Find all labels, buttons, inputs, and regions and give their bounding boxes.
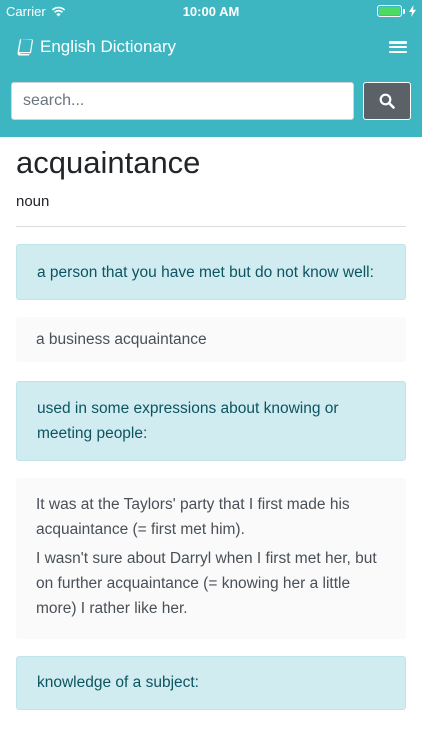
charging-icon [409,5,416,17]
status-right [377,5,416,17]
example-text: I wasn't sure about Darryl when I first … [36,550,377,617]
part-of-speech: noun [16,193,50,210]
definition-box: a person that you have met but do not kn… [16,244,406,300]
divider [16,226,406,227]
wifi-icon [51,6,65,16]
carrier-label: Carrier [6,3,46,19]
book-icon [17,39,33,56]
search-bar [11,82,411,120]
search-icon [379,93,395,109]
app-header: English Dictionary [0,22,422,137]
app-brand[interactable]: English Dictionary [16,37,176,57]
definition-box: knowledge of a subject: [16,656,406,710]
definition-text: a person that you have met but do not kn… [37,264,374,281]
hamburger-menu-icon[interactable] [389,39,407,55]
header-row: English Dictionary [11,22,411,72]
app-title: English Dictionary [40,37,177,56]
search-input[interactable] [11,82,354,120]
status-left: Carrier [6,4,66,19]
definition-text: used in some expressions about knowing o… [37,400,339,442]
examples-box: a business acquaintance [16,317,406,362]
headword: acquaintance [16,145,201,180]
search-button[interactable] [363,82,411,120]
example-text: It was at the Taylors' party that I firs… [36,496,350,538]
definition-box: used in some expressions about knowing o… [16,381,406,461]
battery-icon [377,5,405,17]
status-bar: Carrier 10:00 AM [0,0,422,22]
battery-level [379,7,400,15]
example-text: a business acquaintance [36,331,207,348]
dictionary-entry: acquaintance noun a person that you have… [0,137,422,710]
definition-text: knowledge of a subject: [37,674,199,691]
examples-box: It was at the Taylors' party that I firs… [16,478,406,639]
